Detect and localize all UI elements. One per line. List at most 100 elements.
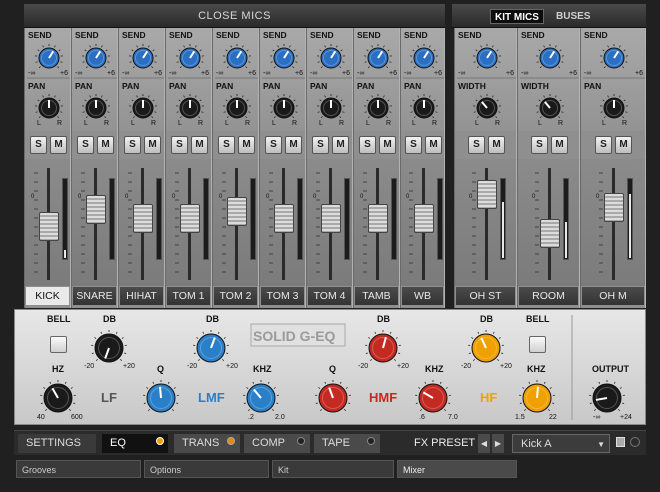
volume-fader[interactable] [39,212,59,241]
pan-knob[interactable] [176,94,204,119]
pan-knob[interactable] [317,94,345,119]
send-max: +6 [201,70,209,77]
volume-fader[interactable] [227,197,247,226]
width-knob[interactable] [473,94,501,119]
output-knob[interactable] [589,380,625,413]
send-knob[interactable] [35,44,63,69]
solo-button[interactable]: S [77,136,94,154]
mute-button[interactable]: M [488,136,505,154]
save-icon[interactable] [616,437,625,447]
channel-name[interactable]: OH ST [456,287,515,305]
width-knob[interactable] [536,94,564,119]
hmf-freq-knob[interactable] [415,380,451,413]
tab-kit-mics[interactable]: KIT MICS [490,9,544,24]
pan-knob[interactable] [364,94,392,119]
mute-button[interactable]: M [144,136,161,154]
channel-name[interactable]: TOM 3 [261,287,304,305]
mute-button[interactable]: M [191,136,208,154]
hf-gain-knob[interactable] [468,330,504,363]
solo-button[interactable]: S [265,136,282,154]
channel-name[interactable]: KICK [26,287,69,305]
status-grooves[interactable]: Grooves [16,460,141,478]
send-knob[interactable] [270,44,298,69]
tab-buses[interactable]: BUSES [552,9,594,24]
volume-fader[interactable] [414,204,434,233]
lmf-freq-knob[interactable] [243,380,279,413]
mute-button[interactable]: M [615,136,632,154]
solo-button[interactable]: S [468,136,485,154]
send-knob[interactable] [82,44,110,69]
preset-next-icon[interactable]: ▶ [492,434,504,453]
pan-knob[interactable] [600,94,628,119]
solo-button[interactable]: S [405,136,422,154]
mute-button[interactable]: M [50,136,67,154]
send-knob[interactable] [176,44,204,69]
volume-fader[interactable] [477,180,497,209]
send-knob[interactable] [223,44,251,69]
mute-button[interactable]: M [551,136,568,154]
send-knob[interactable] [600,44,628,69]
pan-knob[interactable] [35,94,63,119]
pan-knob[interactable] [270,94,298,119]
dropdown-arrow-icon: ▼ [597,440,605,449]
hf-freq-knob[interactable] [519,380,555,413]
volume-fader[interactable] [321,204,341,233]
channel-name[interactable]: OH M [582,287,644,305]
volume-fader[interactable] [604,193,624,222]
channel-name[interactable]: TOM 4 [308,287,351,305]
solo-button[interactable]: S [124,136,141,154]
channel-name[interactable]: SNARE [73,287,116,305]
pan-label: PAN [75,81,93,91]
channel-name[interactable]: ROOM [519,287,578,305]
volume-fader[interactable] [540,219,560,248]
solo-button[interactable]: S [531,136,548,154]
solo-button[interactable]: S [171,136,188,154]
status-mixer[interactable]: Mixer [397,460,517,478]
pan-right-label: R [339,120,345,127]
status-kit[interactable]: Kit [272,460,394,478]
mute-button[interactable]: M [285,136,302,154]
channel-name[interactable]: HIHAT [120,287,163,305]
hmf-gain-knob[interactable] [365,330,401,363]
mute-button[interactable]: M [332,136,349,154]
send-knob[interactable] [473,44,501,69]
channel-name[interactable]: TOM 2 [214,287,257,305]
fx-preset-select[interactable]: Kick A ▼ [512,434,610,453]
mute-button[interactable]: M [425,136,442,154]
channel-name[interactable]: TAMB [355,287,398,305]
solo-button[interactable]: S [218,136,235,154]
mute-button[interactable]: M [379,136,396,154]
delete-icon[interactable] [630,437,640,447]
send-knob[interactable] [129,44,157,69]
solo-button[interactable]: S [30,136,47,154]
volume-fader[interactable] [133,204,153,233]
lf-gain-knob[interactable] [91,330,127,363]
solo-button[interactable]: S [359,136,376,154]
pan-knob[interactable] [82,94,110,119]
send-knob[interactable] [317,44,345,69]
send-knob[interactable] [410,44,438,69]
preset-prev-icon[interactable]: ◀ [478,434,490,453]
volume-fader[interactable] [368,204,388,233]
mute-button[interactable]: M [238,136,255,154]
volume-fader[interactable] [274,204,294,233]
volume-fader[interactable] [180,204,200,233]
send-knob[interactable] [364,44,392,69]
solo-button[interactable]: S [595,136,612,154]
send-knob[interactable] [536,44,564,69]
fx-tab-eq-label: EQ [110,437,126,449]
channel-name[interactable]: TOM 1 [167,287,210,305]
pan-knob[interactable] [129,94,157,119]
lmf-gain-knob[interactable] [193,330,229,363]
mute-button[interactable]: M [97,136,114,154]
volume-fader[interactable] [86,195,106,224]
status-options[interactable]: Options [144,460,269,478]
solo-button[interactable]: S [312,136,329,154]
channel-name[interactable]: WB [402,287,443,305]
pan-knob[interactable] [223,94,251,119]
settings-button[interactable]: SETTINGS [18,434,96,453]
pan-knob[interactable] [410,94,438,119]
lf-freq-knob[interactable] [40,380,76,413]
hmf-q-knob[interactable] [315,380,351,413]
lmf-q-knob[interactable] [143,380,179,413]
